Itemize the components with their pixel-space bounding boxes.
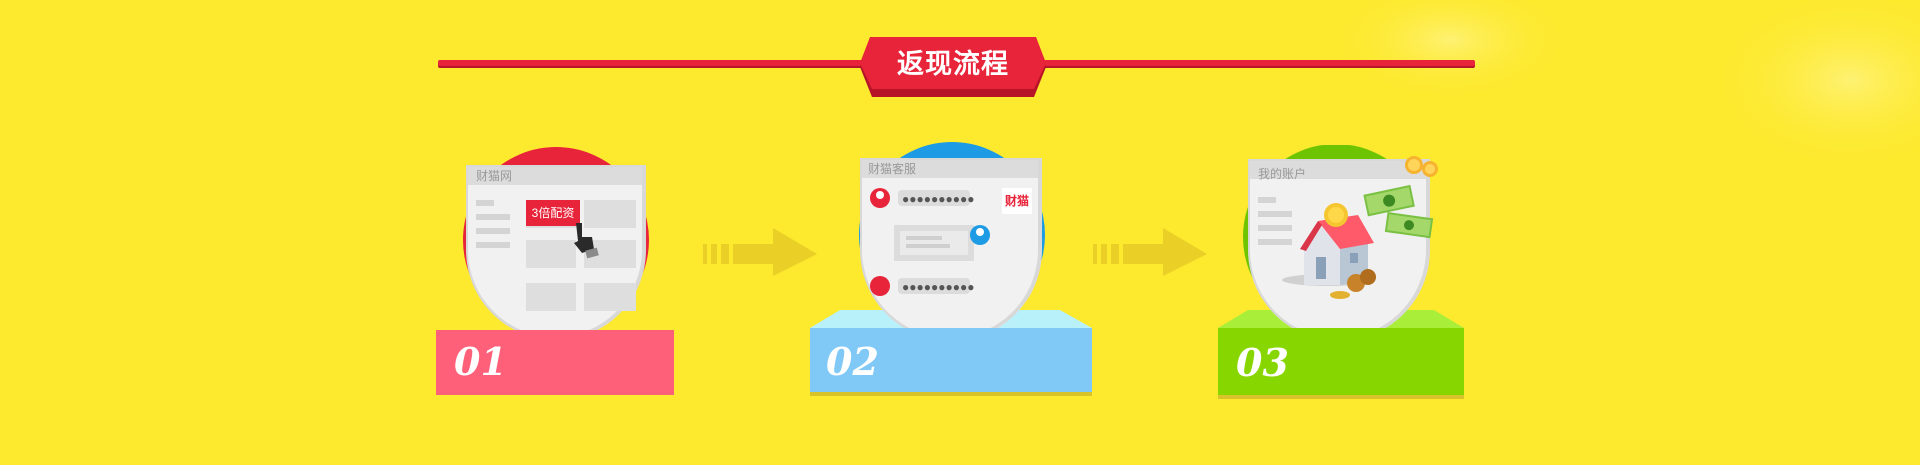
step-1-number: 01 bbox=[454, 339, 507, 384]
page-title: 返现流程 bbox=[897, 49, 1009, 80]
step-1-panel-title: 财猫网 bbox=[476, 169, 513, 183]
step-3: 我的账户 03 bbox=[1218, 144, 1468, 400]
arrow-2-icon bbox=[1093, 228, 1207, 276]
step-3-panel-title: 我的账户 bbox=[1258, 167, 1307, 181]
step-2-number: 02 bbox=[826, 339, 879, 384]
svg-text:●●●●●●●●●●: ●●●●●●●●●● bbox=[902, 280, 974, 294]
arrow-1-icon bbox=[703, 228, 817, 276]
step-2-panel-title: 财猫客服 bbox=[868, 162, 917, 176]
step-2-brand-logo: 财猫 bbox=[1004, 194, 1029, 208]
step-3-number: 03 bbox=[1236, 340, 1289, 385]
step-1-button[interactable]: 3倍配资 bbox=[526, 200, 580, 226]
step-1: 财猫网 3倍配资 01 bbox=[436, 145, 676, 395]
svg-text:●●●●●●●●●●: ●●●●●●●●●● bbox=[902, 192, 974, 206]
step-2: ●●●●●●●●●● ●●●●●●●●●● 财猫客服 财猫 02 bbox=[810, 140, 1095, 400]
